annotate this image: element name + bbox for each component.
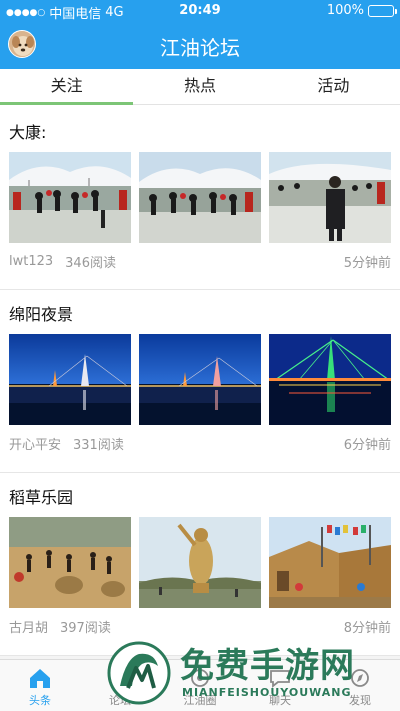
tab-discover[interactable]: 发现 (320, 660, 400, 711)
tab-label: 头条 (29, 694, 51, 707)
post-time: 6分钟前 (343, 437, 391, 453)
post-image[interactable] (9, 152, 131, 243)
home-icon (30, 669, 50, 688)
tab-forum[interactable]: 论坛 (80, 660, 160, 711)
post-title[interactable]: 大康: (9, 122, 391, 148)
post-author[interactable]: 古月胡 (9, 617, 48, 636)
tab-headlines[interactable]: 头条 (0, 660, 80, 711)
chat-icon (270, 670, 290, 688)
tab-label: 发现 (349, 694, 371, 707)
tab-label: 论坛 (109, 694, 131, 707)
status-right: 100% (326, 3, 397, 18)
post-images (9, 152, 391, 243)
discover-icon (351, 669, 369, 687)
tab-label: 江油圈 (183, 694, 217, 707)
post-images (9, 517, 391, 608)
page-title: 江油论坛 (160, 36, 240, 60)
post-image[interactable] (269, 152, 391, 243)
post-meta: 开心平安 331阅读 6分钟前 (9, 425, 391, 461)
post-image[interactable] (139, 152, 261, 243)
forum-icon (110, 669, 130, 685)
post-time: 5分钟前 (343, 255, 391, 271)
post-time: 8分钟前 (343, 620, 391, 636)
post-image[interactable] (139, 517, 261, 608)
post-item[interactable]: 大康: lwt123 346阅读 5分钟前 (0, 106, 400, 290)
post-author[interactable]: 开心平安 (9, 434, 61, 453)
post-images (9, 334, 391, 425)
post-image[interactable] (139, 334, 261, 425)
post-title[interactable]: 绵阳夜景 (9, 304, 391, 330)
status-bar: ●●●●○ 中国电信 4G 20:49 100% (0, 0, 400, 22)
post-views: 346阅读 (65, 255, 116, 271)
tab-label: 聊天 (269, 694, 291, 707)
post-item[interactable]: 绵阳夜景 开心平安 331阅读 6分钟前 (0, 290, 400, 473)
battery-icon (368, 4, 397, 17)
circle-icon (191, 669, 209, 687)
post-meta: lwt123 346阅读 5分钟前 (9, 243, 391, 279)
tab-hot[interactable]: 热点 (133, 69, 266, 104)
post-image[interactable] (269, 517, 391, 608)
post-views: 397阅读 (60, 620, 111, 636)
bottom-tab-bar: 头条 论坛 江油圈 聊天 发现 (0, 659, 400, 711)
tab-jiangyou-circle[interactable]: 江油圈 (160, 660, 240, 711)
post-item[interactable]: 稻草乐园 古月胡 397阅读 8分钟前 (0, 473, 400, 656)
post-title[interactable]: 稻草乐园 (9, 487, 391, 513)
app-header: ●●●●○ 中国电信 4G 20:49 100% 江油论坛 (0, 0, 400, 69)
post-image[interactable] (9, 517, 131, 608)
post-feed[interactable]: 大康: lwt123 346阅读 5分钟前 绵阳夜景 开心平安 331阅读 6分… (0, 106, 400, 659)
post-image[interactable] (9, 334, 131, 425)
battery-percent: 100% (326, 3, 364, 18)
post-meta: 古月胡 397阅读 8分钟前 (9, 608, 391, 644)
post-author[interactable]: lwt123 (9, 254, 53, 269)
tab-chat[interactable]: 聊天 (240, 660, 320, 711)
post-image[interactable] (269, 334, 391, 425)
top-tabs: 关注 热点 活动 (0, 69, 400, 105)
tab-follow[interactable]: 关注 (0, 69, 134, 105)
tab-activity[interactable]: 活动 (267, 69, 400, 104)
post-views: 331阅读 (73, 437, 124, 453)
